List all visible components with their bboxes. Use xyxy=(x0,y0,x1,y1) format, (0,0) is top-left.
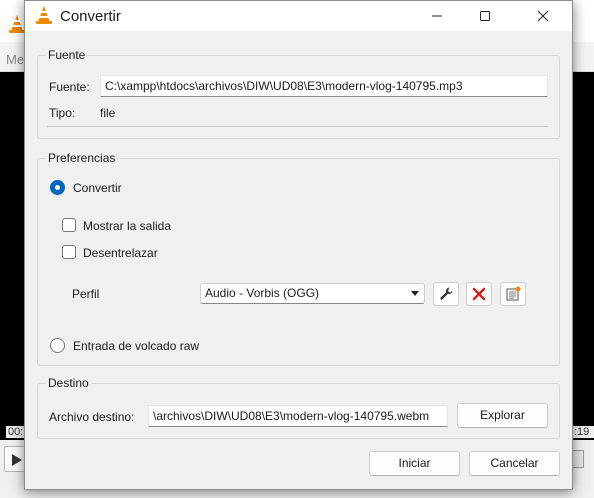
time-elapsed: 00: xyxy=(6,426,26,438)
play-icon xyxy=(12,454,22,466)
close-button[interactable] xyxy=(520,1,566,31)
type-label: Tipo: xyxy=(49,106,76,120)
convert-dialog: Convertir Fuente Fuente: C:\xampp\htdocs… xyxy=(24,0,573,490)
menu-media[interactable]: Me xyxy=(6,52,24,67)
delete-icon xyxy=(472,287,486,301)
source-group-title: Fuente xyxy=(46,48,88,62)
new-profile-button[interactable] xyxy=(500,282,526,306)
source-label: Fuente: xyxy=(49,80,90,94)
deinterlace-label: Desentrelazar xyxy=(83,246,158,260)
start-button[interactable]: Iniciar xyxy=(369,451,460,476)
maximize-icon xyxy=(480,11,490,21)
close-icon xyxy=(537,10,549,22)
delete-profile-button[interactable] xyxy=(466,282,492,306)
new-profile-icon xyxy=(506,286,521,301)
profile-select[interactable]: Audio - Vorbis (OGG) xyxy=(200,283,425,304)
time-total: :19 xyxy=(572,426,594,438)
destination-group-title: Destino xyxy=(46,376,91,390)
type-value: file xyxy=(100,106,116,120)
raw-dump-radio[interactable] xyxy=(50,338,65,353)
show-output-label: Mostrar la salida xyxy=(83,219,172,233)
preferences-group-title: Preferencias xyxy=(46,151,118,165)
convert-radio-label: Convertir xyxy=(73,181,122,195)
vlc-cone-icon xyxy=(36,6,52,24)
profile-selected-value: Audio - Vorbis (OGG) xyxy=(205,286,320,300)
wrench-icon xyxy=(440,287,453,300)
destination-label: Archivo destino: xyxy=(49,410,135,424)
maximize-button[interactable] xyxy=(462,1,508,31)
browse-button[interactable]: Explorar xyxy=(457,403,548,428)
dialog-titlebar: Convertir xyxy=(25,1,572,31)
source-path-field[interactable]: C:\xampp\htdocs\archivos\DIW\UD08\E3\mod… xyxy=(100,75,548,97)
convert-radio[interactable] xyxy=(50,180,65,195)
destination-file-field[interactable]: \archivos\DIW\UD08\E3\modern-vlog-140795… xyxy=(148,405,448,427)
chevron-down-icon xyxy=(411,291,419,296)
minimize-button[interactable] xyxy=(414,1,460,31)
dialog-title: Convertir xyxy=(60,8,121,25)
source-separator xyxy=(47,126,548,127)
minimize-icon xyxy=(432,15,442,17)
profile-label: Perfil xyxy=(72,287,100,301)
deinterlace-checkbox[interactable] xyxy=(62,245,76,259)
show-output-checkbox[interactable] xyxy=(62,218,76,232)
cancel-button[interactable]: Cancelar xyxy=(469,451,560,476)
edit-profile-button[interactable] xyxy=(433,282,459,306)
raw-dump-label: Entrada de volcado raw xyxy=(73,339,200,353)
